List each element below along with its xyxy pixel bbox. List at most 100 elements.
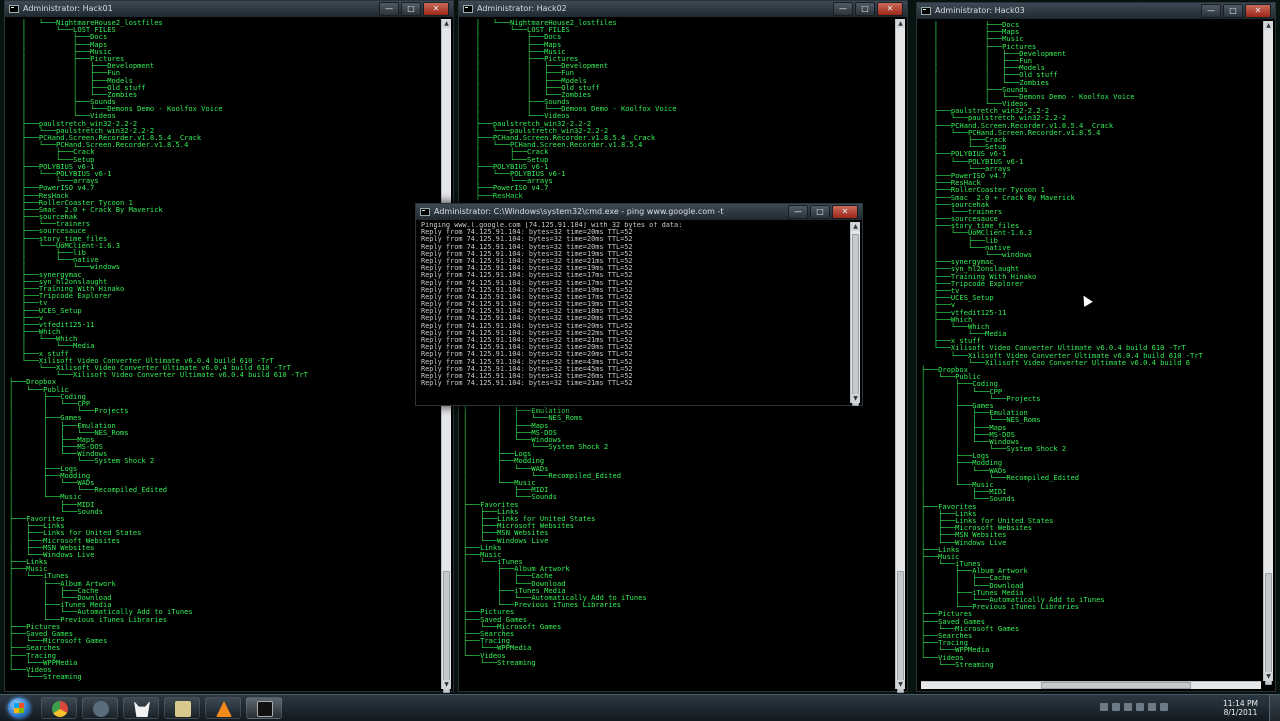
vertical-scrollbar[interactable]: ▲ ▼ [850, 222, 860, 406]
console-line: └───Streaming [463, 657, 536, 667]
console-line: │ └───Sounds [9, 506, 103, 516]
taskbar-vlc-button[interactable] [205, 697, 241, 719]
console-line: │ └───WPPMedia [9, 657, 78, 667]
taskbar-steam-button[interactable] [82, 697, 118, 719]
console-line: ├───Links [921, 544, 960, 554]
console-line: └───Streaming [9, 672, 82, 682]
tray-icons [1100, 703, 1168, 711]
close-button[interactable]: ✕ [1245, 4, 1271, 18]
console-line: │ └───Microsoft Games [9, 636, 108, 646]
scrollbar-thumb[interactable] [1265, 573, 1272, 685]
window-title: Administrator: C:\Windows\system32\cmd.e… [434, 207, 724, 216]
terminal-output: │ ├───Docs │ ├───Maps │ ├───Music │ ├───… [921, 21, 1261, 679]
console-line: ├───PowerISO v4.7 [463, 183, 549, 193]
console-line: │ └───Microsoft Games [463, 621, 562, 631]
scrollbar-thumb[interactable] [1041, 682, 1191, 689]
maximize-button[interactable]: □ [810, 205, 830, 219]
console-line: ├───Pictures [463, 607, 515, 617]
close-button[interactable]: ✕ [423, 2, 449, 16]
vertical-scrollbar[interactable]: ▲ ▼ [1263, 21, 1273, 685]
maximize-button[interactable]: □ [1223, 4, 1243, 18]
clock-time: 11:14 PM [1223, 699, 1258, 708]
close-button[interactable]: ✕ [832, 205, 858, 219]
terminal-titlebar[interactable]: Administrator: Hack01 — □ ✕ [5, 1, 453, 17]
tray-arrow-icon[interactable] [1100, 703, 1108, 711]
console-line: ├───Links [9, 557, 48, 567]
console-line: │ └───Media [9, 341, 95, 351]
console-line: │ └───Sounds [463, 492, 557, 502]
console-line: ├───Links [463, 542, 502, 552]
taskbar: 11:14 PM 8/1/2011 [0, 694, 1280, 721]
scroll-up-arrow-icon[interactable]: ▲ [1264, 21, 1273, 30]
scroll-down-arrow-icon[interactable]: ▼ [896, 680, 905, 689]
console-line: ├───Favorites [463, 499, 519, 509]
console-line: │ └───WPPMedia [463, 643, 532, 653]
ping-titlebar[interactable]: Administrator: C:\Windows\system32\cmd.e… [416, 204, 862, 220]
minimize-button[interactable]: — [1201, 4, 1221, 18]
minimize-button[interactable]: — [833, 2, 853, 16]
maximize-button[interactable]: □ [401, 2, 421, 16]
taskbar-chrome-button[interactable] [41, 697, 77, 719]
console-line: ├───ResHack [463, 190, 523, 200]
cmd-icon [463, 5, 473, 13]
ping-output: Pinging www.l.google.com [74.125.91.104]… [421, 222, 848, 403]
console-line: │ └───Microsoft Games [921, 623, 1020, 633]
scroll-up-arrow-icon[interactable]: ▲ [442, 19, 451, 28]
console-line: ├───Dropbox [9, 377, 56, 387]
console-line: │ └───Windows Live [463, 535, 549, 545]
chrome-icon [52, 701, 68, 717]
console-line: ├───Favorites [9, 513, 65, 523]
scroll-down-arrow-icon[interactable]: ▼ [851, 394, 860, 403]
console-line: │ └───WPPMedia [921, 645, 990, 655]
console-line: ├───Tripcode Explorer [9, 291, 112, 301]
window-title: Administrator: Hack01 [23, 4, 113, 13]
terminal-titlebar[interactable]: Administrator: Hack02 — □ ✕ [459, 1, 907, 17]
maximize-button[interactable]: □ [855, 2, 875, 16]
scroll-up-arrow-icon[interactable]: ▲ [851, 222, 860, 231]
vertical-scrollbar[interactable]: ▲ ▼ [895, 19, 905, 693]
terminal-window-hack01[interactable]: Administrator: Hack01 — □ ✕ │ └───Nightm… [4, 0, 454, 693]
tray-app-icon[interactable] [1136, 703, 1144, 711]
console-line: Reply from 74.125.91.104: bytes=32 time=… [421, 379, 633, 388]
scrollbar-thumb[interactable] [443, 571, 450, 693]
cmd-icon [257, 701, 273, 717]
ping-console-window[interactable]: Administrator: C:\Windows\system32\cmd.e… [415, 203, 863, 406]
cmd-icon [420, 208, 430, 216]
taskbar-cmd-button[interactable] [246, 697, 282, 719]
console-line: ├───Music [9, 564, 48, 574]
taskbar-fox-button[interactable] [123, 697, 159, 719]
volume-icon[interactable] [1160, 703, 1168, 711]
console-line: │ └───Previous iTunes Libraries [463, 600, 622, 610]
cmd-icon [921, 7, 931, 15]
scroll-down-arrow-icon[interactable]: ▼ [1264, 672, 1273, 681]
scrollbar-thumb[interactable] [897, 571, 904, 693]
console-line: ├───vtfedit125-11 [921, 307, 1007, 317]
show-desktop-button[interactable] [1269, 695, 1280, 721]
system-clock[interactable]: 11:14 PM 8/1/2011 [1223, 699, 1258, 717]
window-title: Administrator: Hack03 [935, 6, 1025, 15]
terminal-titlebar[interactable]: Administrator: Hack03 — □ ✕ [917, 3, 1275, 19]
scroll-up-arrow-icon[interactable]: ▲ [896, 19, 905, 28]
console-line: └───Streaming [921, 659, 994, 669]
horizontal-scrollbar[interactable] [921, 681, 1261, 689]
image-viewer-icon [175, 701, 191, 717]
console-line: │ └───Previous iTunes Libraries [9, 614, 168, 624]
minimize-button[interactable]: — [379, 2, 399, 16]
taskbar-image-viewer-button[interactable] [164, 697, 200, 719]
console-line: └───Xilisoft Video Converter Ultimate v6… [9, 370, 308, 380]
minimize-button[interactable]: — [788, 205, 808, 219]
console-line: ├───vtfedit125-11 [9, 319, 95, 329]
scroll-down-arrow-icon[interactable]: ▼ [442, 680, 451, 689]
close-button[interactable]: ✕ [877, 2, 903, 16]
vlc-icon [216, 701, 232, 717]
start-button[interactable] [8, 698, 30, 718]
tray-app-icon[interactable] [1112, 703, 1120, 711]
console-line: ├───Searches [463, 628, 515, 638]
network-icon[interactable] [1148, 703, 1156, 711]
terminal-window-hack03[interactable]: Administrator: Hack03 — □ ✕ │ ├───Docs │… [916, 2, 1276, 692]
system-tray: 11:14 PM 8/1/2011 [1100, 695, 1280, 721]
tray-app-icon[interactable] [1124, 703, 1132, 711]
console-line: ├───Searches [921, 630, 973, 640]
steam-icon [93, 701, 109, 717]
scrollbar-thumb[interactable] [852, 234, 859, 406]
